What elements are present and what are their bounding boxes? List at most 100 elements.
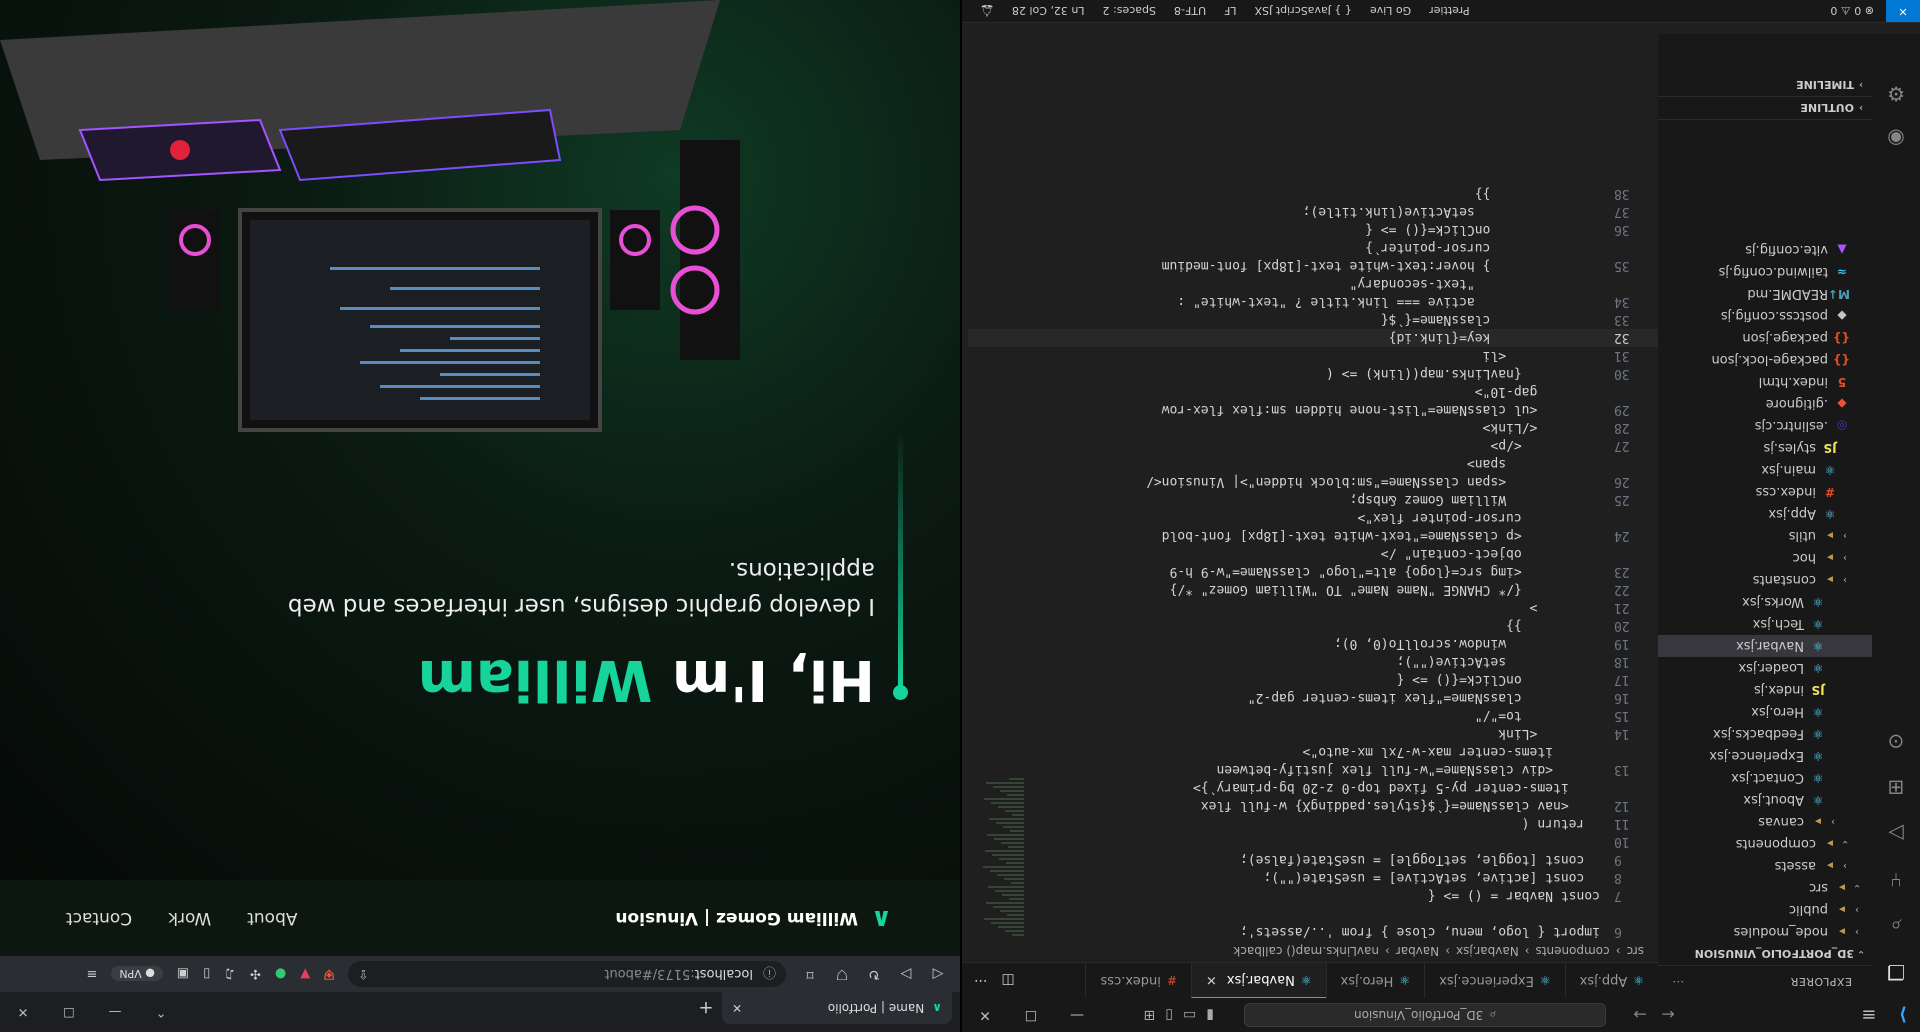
file-item[interactable]: ⚛ About.jsx: [1658, 789, 1872, 811]
file-item[interactable]: ⚛ Experience.jsx: [1658, 745, 1872, 767]
code-line[interactable]: 30 {navLinks.map((link) => (: [968, 365, 1658, 383]
sidebar-icon[interactable]: ▯: [203, 967, 210, 982]
code-line[interactable]: 26 <span className="sm:block hidden">| V…: [968, 473, 1658, 491]
browser-menu-icon[interactable]: ≡: [86, 967, 97, 982]
maximize-button[interactable]: ☐: [1008, 1007, 1054, 1023]
code-line[interactable]: cursor-pointer`}: [968, 239, 1658, 257]
file-item[interactable]: 5 index.html: [1658, 371, 1872, 393]
code-line[interactable]: 23 <img src={logo} alt="logo" className=…: [968, 563, 1658, 581]
file-item[interactable]: ⚛ Feedbacks.jsx: [1658, 723, 1872, 745]
site-info-icon[interactable]: ⓘ: [763, 965, 776, 984]
address-bar[interactable]: ⓘ localhost:5173/#about ⇪: [348, 961, 786, 987]
code-line[interactable]: 24 <p className="text-white text-[18px] …: [968, 527, 1658, 545]
code-line[interactable]: 37 setActive(link.title);: [968, 203, 1658, 221]
folder-item[interactable]: › ▸ canvas: [1658, 811, 1872, 833]
editor-tab[interactable]: ⚛ Hero.jsx: [1325, 963, 1425, 998]
breadcrumb-item[interactable]: navLinks.map() callback: [1233, 944, 1379, 958]
status-item[interactable]: UTF-8: [1174, 5, 1206, 18]
file-item[interactable]: {} package.json: [1658, 327, 1872, 349]
bell-icon[interactable]: 🔔︎: [980, 5, 994, 18]
file-item[interactable]: ⚛ Contact.jsx: [1658, 767, 1872, 789]
customize-layout-icon[interactable]: ⊞: [1144, 1007, 1156, 1023]
back-arrow-icon[interactable]: ←: [1654, 1006, 1682, 1025]
share-icon[interactable]: ⇪: [358, 967, 369, 982]
minimize-button[interactable]: —: [1054, 1007, 1100, 1023]
command-center-search[interactable]: ⌕ 3D_Portfolio_Vinusion: [1244, 1003, 1606, 1027]
status-item[interactable]: Ln 32, Col 28: [1012, 5, 1085, 18]
file-item[interactable]: ⚛ Loader.jsx: [1658, 657, 1872, 679]
code-line[interactable]: 32 key={link.id}: [968, 329, 1658, 347]
wallet-icon[interactable]: ▣: [177, 967, 189, 982]
more-actions-icon[interactable]: ···: [1672, 976, 1684, 989]
code-line[interactable]: object-contain" />: [968, 545, 1658, 563]
code-line[interactable]: items-center py-5 fixed top-0 z-20 bg-pr…: [968, 779, 1658, 797]
editor-tab[interactable]: ⚛ Navbar.jsx ✕: [1190, 963, 1326, 998]
project-folder-header[interactable]: ⌄ 3D_PORTFOLIO_VINUSION: [1658, 943, 1872, 966]
file-item[interactable]: ◆ postcss.config.js: [1658, 305, 1872, 327]
code-line[interactable]: 15 to="/": [968, 707, 1658, 725]
minimap[interactable]: [978, 748, 1024, 938]
code-line[interactable]: 33 className={`${: [968, 311, 1658, 329]
tab-search-icon[interactable]: ⌃: [138, 1005, 184, 1020]
code-line[interactable]: 25 William Gomez &nbsp;: [968, 491, 1658, 509]
code-line[interactable]: items-center max-w-7xl mx-auto">: [968, 743, 1658, 761]
3d-computer-scene[interactable]: [0, 0, 740, 460]
search-view-icon[interactable]: ⌕: [1882, 912, 1910, 940]
toggle-secondary-sidebar-icon[interactable]: ▯: [1165, 1007, 1173, 1023]
code-line[interactable]: 35 } hover:text-white text-[18px] font-m…: [968, 257, 1658, 275]
toggle-sidebar-icon[interactable]: ▮: [1206, 1007, 1214, 1023]
file-item[interactable]: ▲ vite.config.js: [1658, 239, 1872, 261]
close-tab-icon[interactable]: ✕: [732, 1001, 742, 1015]
outline-section[interactable]: › OUTLINE: [1658, 97, 1872, 120]
file-item[interactable]: ⚛ Hero.jsx: [1658, 701, 1872, 723]
back-icon[interactable]: ◁: [922, 966, 954, 982]
file-item[interactable]: ◆ .gitignore: [1658, 393, 1872, 415]
file-item[interactable]: JS styles.js: [1658, 437, 1872, 459]
file-item[interactable]: ◎ .eslintrc.cjs: [1658, 415, 1872, 437]
remote-explorer-icon[interactable]: ⊙: [1882, 728, 1910, 756]
breadcrumb-item[interactable]: components: [1536, 944, 1610, 958]
forward-icon[interactable]: ▷: [890, 966, 922, 982]
code-line[interactable]: gap-10">: [968, 383, 1658, 401]
brave-rewards-icon[interactable]: ▼: [300, 967, 310, 982]
minimize-button[interactable]: —: [92, 1005, 138, 1020]
code-line[interactable]: 19 window.scrollTo(0, 0);: [968, 635, 1658, 653]
reload-icon[interactable]: ↻: [858, 966, 890, 982]
vpn-button[interactable]: ● VPN: [111, 966, 163, 982]
folder-item[interactable]: ⌄ ▸ src: [1658, 877, 1872, 899]
site-nav-link-about[interactable]: About: [247, 908, 297, 928]
file-item[interactable]: M↓ README.md: [1658, 283, 1872, 305]
file-item[interactable]: ⚛ Navbar.jsx: [1658, 635, 1872, 657]
run-debug-icon[interactable]: ▷: [1882, 820, 1910, 848]
folder-item[interactable]: › ▸ utils: [1658, 525, 1872, 547]
new-tab-button[interactable]: +: [690, 992, 722, 1024]
status-item[interactable]: LF: [1224, 5, 1236, 18]
code-line[interactable]: 6 import { logo, menu, close } from '../a…: [968, 923, 1658, 941]
code-line[interactable]: 27 </p>: [968, 437, 1658, 455]
timeline-section[interactable]: › TIMELINE: [1658, 74, 1872, 97]
code-line[interactable]: 11 return (: [968, 815, 1658, 833]
close-window-button[interactable]: ✕: [962, 1007, 1008, 1023]
code-line[interactable]: span>: [968, 455, 1658, 473]
playlist-icon[interactable]: ♫: [224, 967, 236, 982]
status-item[interactable]: Prettier: [1429, 5, 1469, 18]
breadcrumb-item[interactable]: Navbar.jsx: [1456, 944, 1519, 958]
menu-icon[interactable]: ≡: [1852, 998, 1886, 1032]
code-line[interactable]: 31 <li: [968, 347, 1658, 365]
code-line[interactable]: 12 <nav className={`${styles.paddingX} w…: [968, 797, 1658, 815]
code-line[interactable]: 21 >: [968, 599, 1658, 617]
code-line[interactable]: 8 const [active, setActive] = useState("…: [968, 869, 1658, 887]
site-brand[interactable]: William Gomez | Vinusion: [615, 908, 858, 928]
file-item[interactable]: ⚛ Works.jsx: [1658, 591, 1872, 613]
file-item[interactable]: ⚛ App.jsx: [1658, 503, 1872, 525]
code-line[interactable]: 20 }}: [968, 617, 1658, 635]
code-line[interactable]: 34 active === link.title ? "text-white" …: [968, 293, 1658, 311]
toggle-panel-icon[interactable]: ▭: [1183, 1007, 1196, 1023]
editor-tab[interactable]: ⚛ Experience.jsx: [1424, 963, 1565, 998]
extension-green-icon[interactable]: ●: [275, 967, 286, 982]
code-line[interactable]: 16 className="flex items-center gap-2": [968, 689, 1658, 707]
code-line[interactable]: [968, 905, 1658, 923]
file-item[interactable]: ⚛ Tech.jsx: [1658, 613, 1872, 635]
code-line[interactable]: 38 }}: [968, 185, 1658, 203]
status-item[interactable]: Go Live: [1370, 5, 1411, 18]
